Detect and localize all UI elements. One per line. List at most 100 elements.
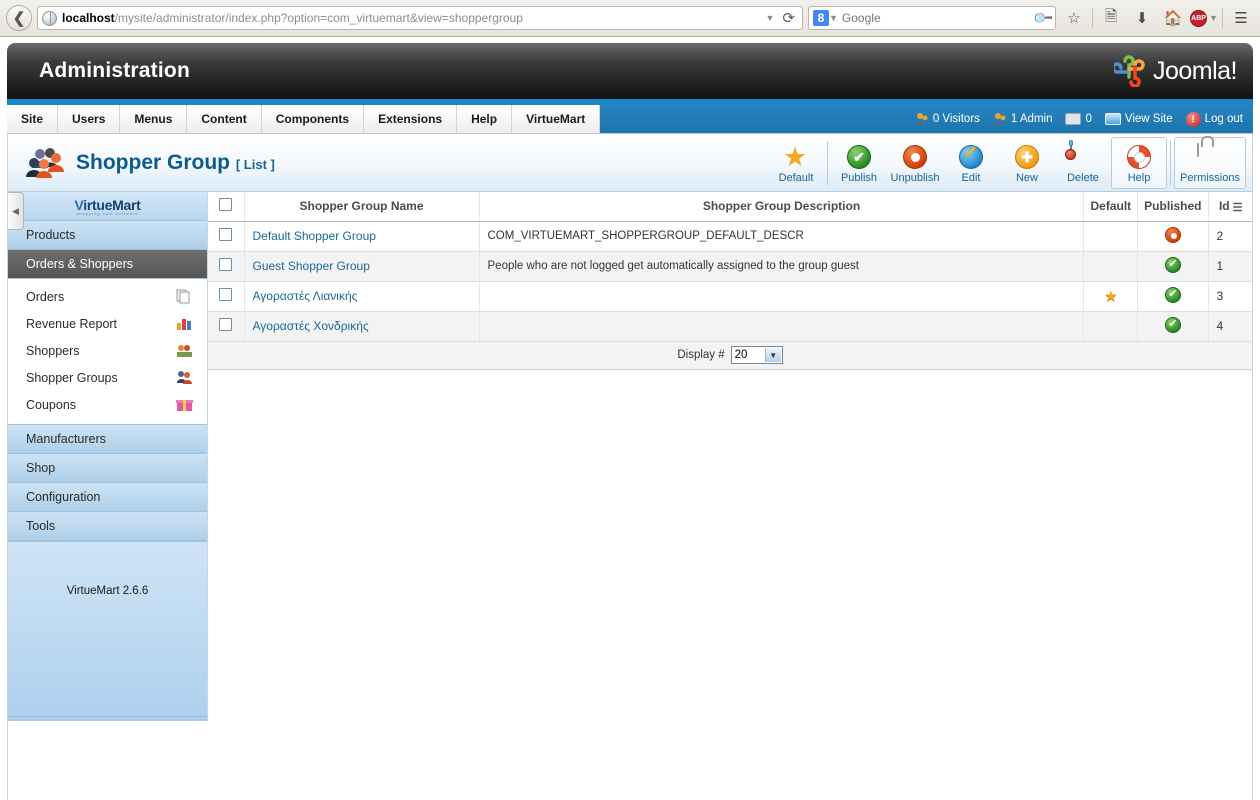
edit-button[interactable]: Edit	[943, 135, 999, 191]
shopper-group-link[interactable]: Guest Shopper Group	[253, 259, 370, 273]
published-icon[interactable]	[1164, 256, 1181, 273]
table-row[interactable]: Αγοραστές Λιανικής ★ 3	[208, 281, 1252, 312]
table-row[interactable]: Default Shopper Group COM_VIRTUEMART_SHO…	[208, 221, 1252, 252]
sidebar-item-orders-shoppers[interactable]: Orders & Shoppers	[8, 250, 207, 279]
toolbar-divider-2	[1170, 140, 1171, 185]
help-button[interactable]: Help	[1111, 136, 1167, 189]
shopper-group-link[interactable]: Αγοραστές Λιανικής	[253, 289, 358, 303]
logout-link[interactable]: ! Log out	[1185, 111, 1243, 127]
column-header-id[interactable]: Id ☰	[1207, 192, 1252, 222]
sidebar-item-products[interactable]: Products	[8, 221, 207, 250]
publish-button[interactable]: ✔ Publish	[831, 135, 887, 191]
reading-list-icon[interactable]: 🗎	[1098, 5, 1124, 31]
home-icon[interactable]: 🏠	[1160, 5, 1186, 31]
search-bar[interactable]: 8 ▼ Google 🔍	[808, 6, 1056, 30]
bookmark-star-icon[interactable]: ☆	[1061, 5, 1087, 31]
unpublish-button-label: Unpublish	[890, 172, 940, 184]
url-path: /mysite/administrator/index.php?option=c…	[114, 11, 523, 25]
sidebar-item-coupons[interactable]: Coupons	[8, 391, 207, 418]
row-checkbox[interactable]	[219, 258, 233, 271]
published-icon[interactable]	[1164, 316, 1181, 333]
search-engine-chevron-icon[interactable]: ▼	[829, 13, 838, 23]
shopper-group-table: Shopper Group Name Shopper Group Descrip…	[208, 192, 1252, 342]
row-published-cell[interactable]	[1137, 221, 1208, 252]
admins-status: 1 Admin	[992, 112, 1052, 126]
permissions-button[interactable]: Permissions	[1174, 136, 1246, 189]
row-default-cell[interactable]	[1083, 221, 1138, 252]
table-row[interactable]: Guest Shopper Group People who are not l…	[208, 251, 1252, 282]
published-icon[interactable]	[1164, 286, 1181, 303]
search-input[interactable]: Google	[842, 11, 1035, 25]
shopper-groups-icon	[176, 370, 193, 385]
sidebar-item-shopper-groups[interactable]: Shopper Groups	[8, 364, 207, 391]
delete-button[interactable]: Delete	[1055, 135, 1111, 191]
row-id-cell: 1	[1207, 251, 1252, 282]
lock-icon	[1197, 143, 1223, 170]
menu-item-help[interactable]: Help	[457, 105, 513, 133]
page-heading-text: Shopper Group	[76, 150, 230, 174]
table-row[interactable]: Αγοραστές Χονδρικής 4	[208, 311, 1252, 342]
page-toolbar-buttons: ★ Default ✔ Publish Unpublish Edit ✚ New	[768, 135, 1246, 191]
collapse-left-icon[interactable]: ◀	[8, 192, 24, 230]
row-default-cell[interactable]	[1083, 311, 1138, 342]
trash-icon	[1065, 143, 1096, 170]
menu-item-menus[interactable]: Menus	[120, 105, 188, 133]
row-default-cell[interactable]: ★	[1083, 281, 1138, 312]
sidebar-item-revenue-report[interactable]: Revenue Report	[8, 310, 207, 337]
downloads-icon[interactable]: ⬇	[1129, 5, 1155, 31]
adblock-icon[interactable]: ABP ▼	[1190, 5, 1218, 31]
column-header-id-label: Id	[1218, 198, 1230, 213]
content-frame: Shopper Group [ List ] ★ Default ✔ Publi…	[7, 134, 1253, 800]
display-count-select[interactable]: 20 ▼	[730, 346, 783, 364]
select-all-checkbox[interactable]	[219, 198, 233, 212]
row-checkbox[interactable]	[219, 228, 233, 241]
column-header-name[interactable]: Shopper Group Name	[243, 192, 479, 222]
publish-button-label: Publish	[840, 172, 878, 184]
search-icon[interactable]: 🔍	[1032, 7, 1055, 30]
row-checkbox[interactable]	[219, 288, 233, 301]
row-id-cell: 4	[1207, 311, 1252, 342]
sidebar-item-configuration[interactable]: Configuration	[8, 483, 207, 512]
row-description-cell: People who are not logged get automatica…	[478, 251, 1084, 282]
menu-icon[interactable]: ☰	[1228, 5, 1254, 31]
column-header-description[interactable]: Shopper Group Description	[478, 192, 1084, 222]
chevron-down-icon[interactable]: ▼	[764, 348, 781, 362]
sidebar-item-shoppers-label: Shoppers	[26, 343, 80, 358]
row-checkbox[interactable]	[219, 318, 233, 331]
sidebar-item-shoppers[interactable]: Shoppers	[8, 337, 207, 364]
chevron-down-icon[interactable]: ▼	[766, 13, 775, 23]
column-header-published[interactable]: Published	[1137, 192, 1208, 222]
sidebar-item-shop[interactable]: Shop	[8, 454, 207, 483]
url-bar[interactable]: localhost/mysite/administrator/index.php…	[37, 6, 803, 30]
reload-icon[interactable]: ⟳	[782, 9, 795, 27]
menu-item-extensions[interactable]: Extensions	[364, 105, 458, 133]
shopper-group-link[interactable]: Default Shopper Group	[253, 229, 376, 243]
row-published-cell[interactable]	[1137, 281, 1208, 312]
joomla-wordmark: Joomla!	[1152, 56, 1238, 85]
menu-item-content[interactable]: Content	[187, 105, 262, 133]
pencil-circle-icon	[958, 144, 984, 170]
menu-item-virtuemart[interactable]: VirtueMart	[512, 105, 601, 133]
unpublish-button[interactable]: Unpublish	[887, 135, 943, 191]
view-site-link[interactable]: View Site	[1104, 113, 1173, 125]
unpublished-icon[interactable]	[1164, 226, 1181, 243]
default-star-icon[interactable]: ★	[1104, 288, 1117, 305]
row-published-cell[interactable]	[1137, 251, 1208, 282]
permissions-button-label: Permissions	[1180, 172, 1240, 184]
sort-descending-icon[interactable]: ☰	[1233, 201, 1243, 214]
menu-item-site[interactable]: Site	[7, 105, 59, 133]
sidebar-item-tools[interactable]: Tools	[8, 512, 207, 541]
row-default-cell[interactable]	[1083, 251, 1138, 282]
sidebar-item-manufacturers[interactable]: Manufacturers	[8, 425, 207, 454]
sidebar-item-orders[interactable]: Orders	[8, 283, 207, 310]
column-header-default[interactable]: Default	[1083, 192, 1138, 222]
row-published-cell[interactable]	[1137, 311, 1208, 342]
default-button[interactable]: ★ Default	[768, 135, 824, 191]
shopper-group-link[interactable]: Αγοραστές Χονδρικής	[253, 319, 369, 333]
menu-item-users[interactable]: Users	[58, 105, 121, 133]
messages-status[interactable]: 0	[1065, 113, 1092, 125]
adblock-chevron-icon[interactable]: ▼	[1209, 13, 1218, 23]
new-button[interactable]: ✚ New	[999, 135, 1055, 191]
back-arrow-icon[interactable]: ❮	[6, 5, 32, 31]
menu-item-components[interactable]: Components	[262, 105, 365, 133]
